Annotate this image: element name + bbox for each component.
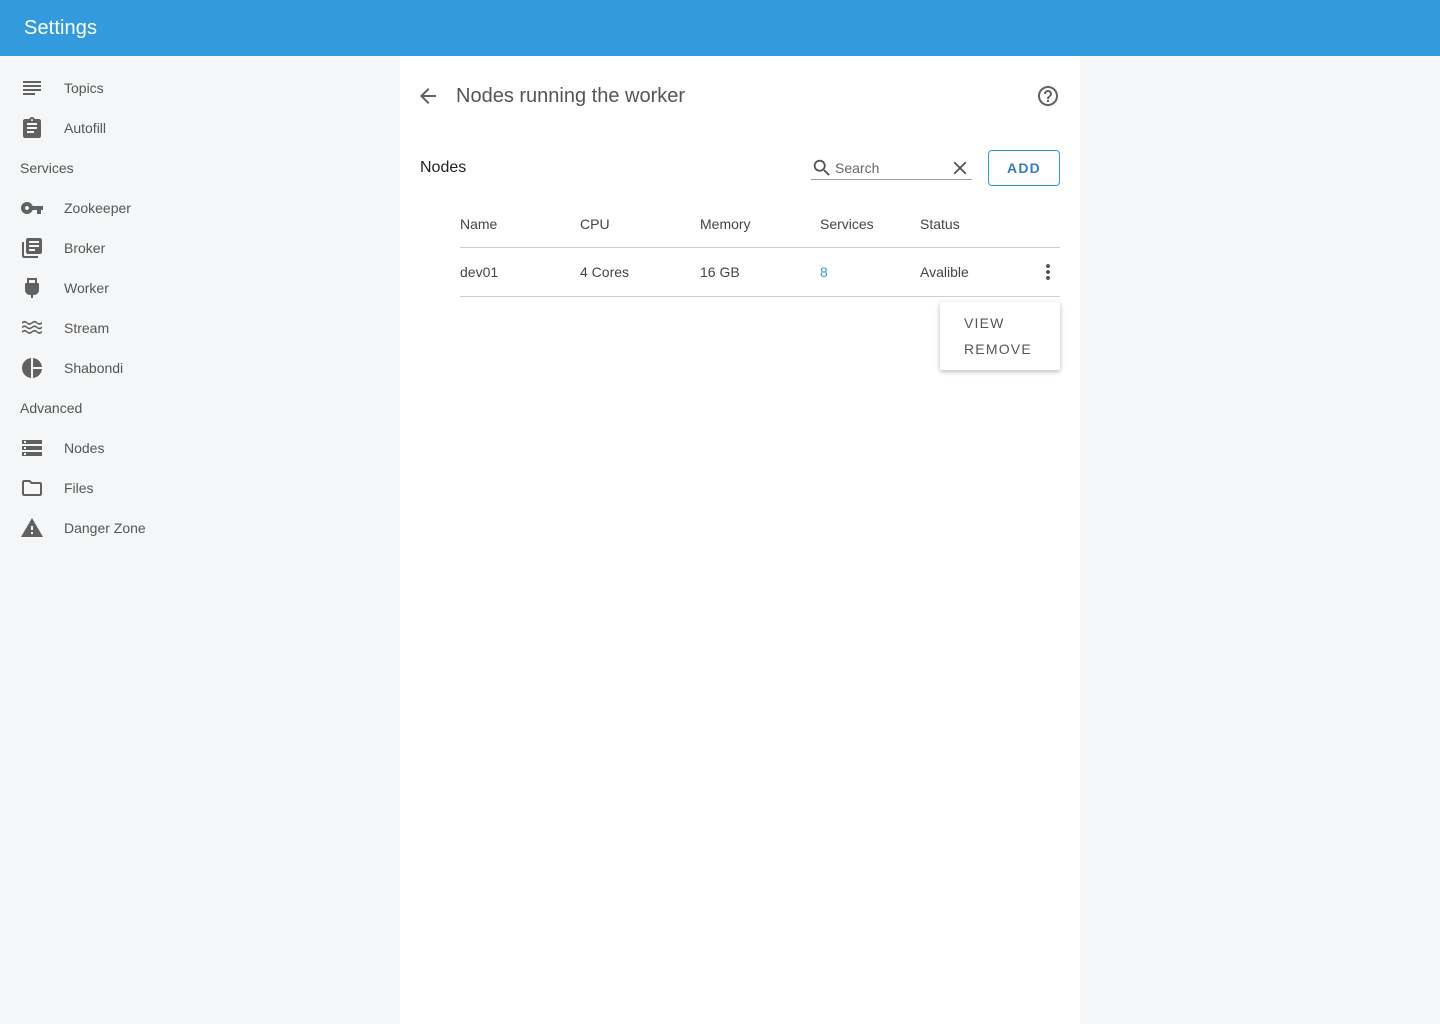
subheader-services: Services xyxy=(20,160,74,176)
page-title: Nodes running the worker xyxy=(456,85,686,107)
column-header-cpu: CPU xyxy=(580,215,610,232)
add-button[interactable]: ADD xyxy=(988,150,1060,186)
waves-icon xyxy=(20,316,44,340)
sidebar: Topics Autofill Services Zookeeper Broke… xyxy=(0,56,400,1024)
sidebar-item-danger-zone[interactable]: Danger Zone xyxy=(20,508,380,548)
search-field xyxy=(811,156,972,180)
menu-item-view[interactable]: VIEW xyxy=(940,310,1060,336)
app-bar: Settings xyxy=(0,0,1440,56)
help-outline-icon xyxy=(1038,86,1058,106)
usb-plug-icon xyxy=(20,276,44,300)
folder-icon xyxy=(20,476,44,500)
column-header-status: Status xyxy=(920,215,960,232)
services-count-link[interactable]: 8 xyxy=(820,264,828,280)
menu-item-remove[interactable]: REMOVE xyxy=(940,336,1060,362)
search-icon xyxy=(811,157,833,179)
sidebar-item-label: Shabondi xyxy=(64,360,124,376)
sidebar-item-label: Zookeeper xyxy=(64,200,131,216)
search-input[interactable] xyxy=(835,159,947,176)
clipboard-icon xyxy=(20,116,44,140)
clear-search-button[interactable] xyxy=(949,157,971,179)
key-icon xyxy=(20,196,44,220)
cell-memory: 16 GB xyxy=(700,264,740,280)
app-title: Settings xyxy=(24,16,98,39)
more-vert-icon xyxy=(1046,264,1050,280)
list-icon xyxy=(20,76,44,100)
sidebar-item-broker[interactable]: Broker xyxy=(20,228,380,268)
cell-cpu: 4 Cores xyxy=(580,264,630,280)
cell-name: dev01 xyxy=(460,264,499,280)
main-panel: Nodes running the worker Nodes ADD Name … xyxy=(400,56,1080,1024)
arrow-back-icon xyxy=(420,88,436,104)
cell-status: Avalible xyxy=(920,264,969,280)
sidebar-item-topics[interactable]: Topics xyxy=(20,68,380,108)
sidebar-item-nodes[interactable]: Nodes xyxy=(20,428,380,468)
nodes-table: Name CPU Memory Services Status dev01 4 … xyxy=(460,200,1060,297)
row-actions-menu: VIEW REMOVE xyxy=(940,302,1060,370)
sidebar-item-label: Nodes xyxy=(64,440,105,456)
sidebar-item-label: Files xyxy=(64,480,94,496)
subheader-advanced: Advanced xyxy=(20,400,83,416)
sidebar-item-label: Stream xyxy=(64,320,110,336)
pie-chart-icon xyxy=(20,356,44,380)
sidebar-item-label: Danger Zone xyxy=(64,520,146,536)
warning-icon xyxy=(20,516,44,540)
sidebar-item-zookeeper[interactable]: Zookeeper xyxy=(20,188,380,228)
column-header-memory: Memory xyxy=(700,215,751,232)
sidebar-item-files[interactable]: Files xyxy=(20,468,380,508)
section-title: Nodes xyxy=(420,159,467,176)
storage-icon xyxy=(20,436,44,460)
sidebar-item-label: Worker xyxy=(64,280,109,296)
sidebar-item-autofill[interactable]: Autofill xyxy=(20,108,380,148)
library-books-icon xyxy=(20,236,44,260)
sidebar-item-shabondi[interactable]: Shabondi xyxy=(20,348,380,388)
row-actions-button[interactable] xyxy=(1036,260,1060,284)
help-button[interactable] xyxy=(1036,84,1060,108)
table-header: Name CPU Memory Services Status xyxy=(460,200,1060,248)
column-header-name: Name xyxy=(460,215,498,232)
back-button[interactable] xyxy=(416,84,440,108)
sidebar-item-label: Autofill xyxy=(64,120,107,136)
sidebar-item-label: Topics xyxy=(64,80,104,96)
sidebar-item-stream[interactable]: Stream xyxy=(20,308,380,348)
sidebar-item-worker[interactable]: Worker xyxy=(20,268,380,308)
column-header-services: Services xyxy=(820,215,874,232)
table-row: dev01 4 Cores 16 GB 8 Avalible xyxy=(460,248,1060,297)
sidebar-item-label: Broker xyxy=(64,240,106,256)
close-icon xyxy=(953,161,967,174)
